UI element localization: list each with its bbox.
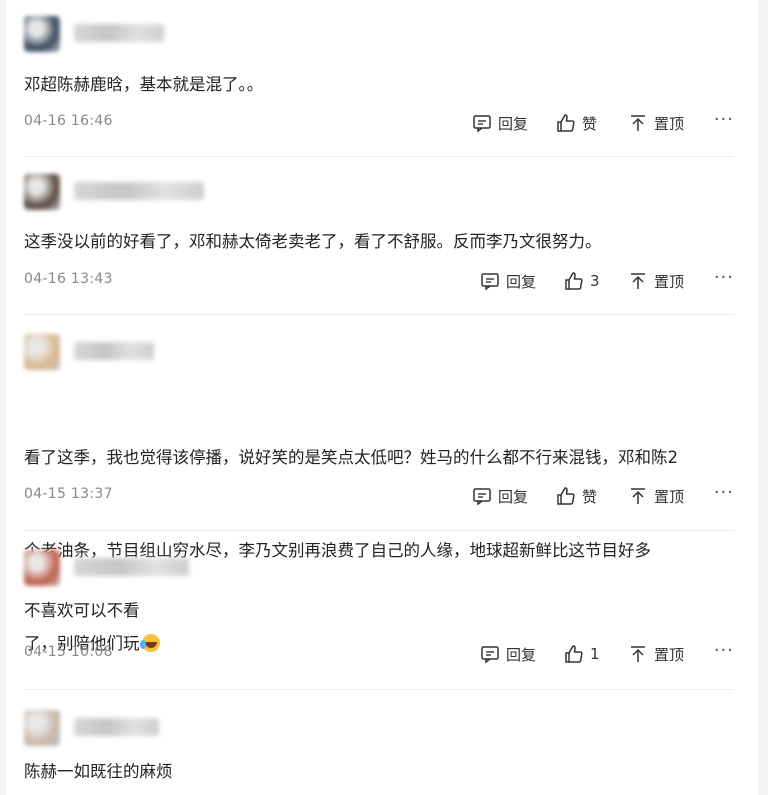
comment-text: 这季没以前的好看了，邓和赫太倚老卖老了，看了不舒服。反而李乃文很努力。 [24,232,602,251]
comment-header [24,548,324,588]
comment-meta: 04-16 16:46 回复 赞 置顶 ··· [24,111,734,135]
thumbs-up-icon [557,487,575,505]
like-label: 赞 [582,114,598,133]
left-edge [0,0,6,795]
username-blurred[interactable] [74,24,164,42]
reply-label: 回复 [506,272,537,291]
comment-item: 看了这季，我也觉得该停播，说好笑的是笑点太低吧？姓马的什么都不行来混钱，邓和陈2… [24,332,734,653]
pin-to-top-icon [631,273,645,289]
comment-text: 陈赫一如既往的麻烦 [24,762,173,781]
reply-label: 回复 [498,487,529,506]
comment-header [24,14,324,54]
thumbs-up-icon [557,114,575,132]
comment-text: 不喜欢可以不看 [24,601,140,620]
divider [24,530,734,531]
like-button[interactable]: 1 [564,642,600,666]
comment-text-line: 看了这季，我也觉得该停播，说好笑的是笑点太低吧？姓马的什么都不行来混钱，邓和陈2 [24,448,678,467]
right-edge [758,0,768,795]
thumbs-up-icon [565,645,583,663]
reply-label: 回复 [506,645,537,664]
comment-item: 这季没以前的好看了，邓和赫太倚老卖老了，看了不舒服。反而李乃文很努力。 04-1… [24,172,734,302]
like-count: 3 [590,272,600,290]
pin-label: 置顶 [654,487,685,506]
more-icon[interactable]: ··· [714,642,734,660]
avatar[interactable] [24,16,60,52]
username-blurred[interactable] [74,718,159,736]
username-blurred[interactable] [74,342,154,360]
divider [24,689,734,690]
pin-button[interactable]: 置顶 [628,642,684,666]
comment-icon [473,115,491,133]
comment-item: 陈赫一如既往的麻烦 [24,708,734,795]
thumbs-up-icon [565,272,583,290]
avatar[interactable] [24,550,60,586]
divider [24,156,734,157]
avatar[interactable] [24,334,60,370]
comment-item: 不喜欢可以不看 04-15 10:08 回复 1 置顶 ··· [24,548,734,678]
more-icon[interactable]: ··· [714,269,734,287]
pin-button[interactable]: 置顶 [628,111,684,135]
like-label: 赞 [582,487,598,506]
comment-icon [473,488,491,506]
more-icon[interactable]: ··· [714,111,734,129]
comment-header [24,332,324,372]
pin-button[interactable]: 置顶 [628,484,684,508]
like-button[interactable]: 赞 [556,111,597,135]
reply-label: 回复 [498,114,529,133]
comment-list-page: 邓超陈赫鹿晗，基本就是混了。。 04-16 16:46 回复 赞 置顶 ··· … [0,0,768,795]
divider [24,314,734,315]
comment-icon [481,646,499,664]
like-button[interactable]: 3 [564,269,600,293]
reply-button[interactable]: 回复 [480,642,536,666]
comment-text: 邓超陈赫鹿晗，基本就是混了。。 [24,75,264,94]
pin-to-top-icon [631,646,645,662]
comment-time: 04-15 13:37 [24,486,113,502]
comment-header [24,172,324,212]
avatar[interactable] [24,710,60,746]
username-blurred[interactable] [74,558,189,576]
like-count: 1 [590,645,600,663]
comment-time: 04-16 13:43 [24,271,113,287]
like-button[interactable]: 赞 [556,484,597,508]
avatar[interactable] [24,174,60,210]
pin-label: 置顶 [654,114,685,133]
pin-label: 置顶 [654,272,685,291]
pin-label: 置顶 [654,645,685,664]
more-icon[interactable]: ··· [714,484,734,502]
comment-meta: 04-16 13:43 回复 3 置顶 ··· [24,269,734,293]
comment-meta: 04-15 10:08 回复 1 置顶 ··· [24,642,734,666]
pin-to-top-icon [631,115,645,131]
username-blurred[interactable] [74,182,204,200]
comment-item: 邓超陈赫鹿晗，基本就是混了。。 04-16 16:46 回复 赞 置顶 ··· [24,14,734,144]
pin-to-top-icon [631,488,645,504]
comment-icon [481,273,499,291]
reply-button[interactable]: 回复 [480,269,536,293]
comment-meta: 04-15 13:37 回复 赞 置顶 ··· [24,484,734,508]
comment-time: 04-15 10:08 [24,644,113,660]
reply-button[interactable]: 回复 [472,484,528,508]
comment-header [24,708,324,748]
comment-time: 04-16 16:46 [24,113,113,129]
reply-button[interactable]: 回复 [472,111,528,135]
pin-button[interactable]: 置顶 [628,269,684,293]
